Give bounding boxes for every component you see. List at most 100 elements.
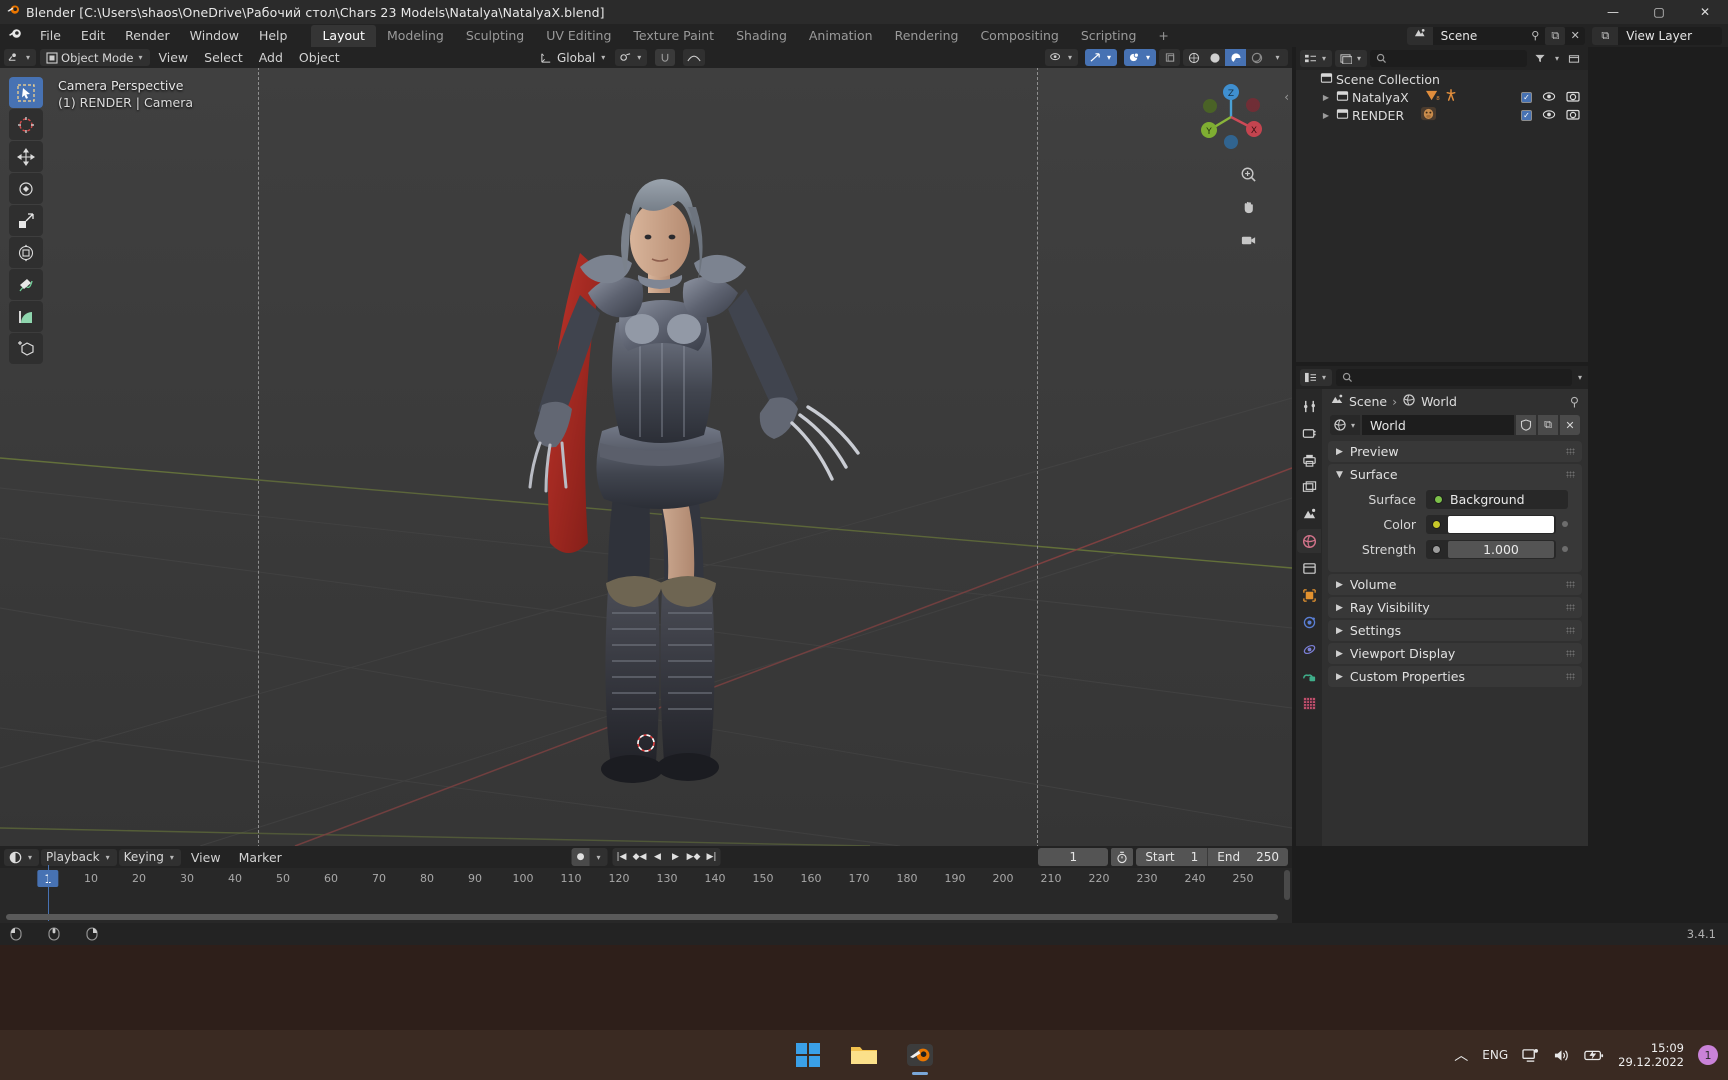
object-mode-selector[interactable]: Object Mode ▾ — [40, 49, 151, 66]
panel-header-settings[interactable]: ▶ Settings — [1328, 620, 1582, 641]
viewport-sidebar-toggle[interactable]: ‹ — [1284, 90, 1289, 104]
world-icon[interactable]: ▾ — [1330, 415, 1360, 435]
physics-icon[interactable] — [1297, 637, 1321, 661]
start-frame-field[interactable]: Start 1 — [1136, 848, 1208, 866]
menu-window[interactable]: Window — [180, 24, 249, 47]
panel-ray-visibility[interactable]: ▶ Ray Visibility — [1328, 597, 1582, 618]
properties-editor-type-icon[interactable]: ▾ — [1300, 369, 1333, 386]
play-reverse-icon[interactable]: ◀ — [649, 848, 667, 866]
panel-header-preview[interactable]: ▶ Preview — [1328, 441, 1582, 462]
rotate-tool[interactable] — [9, 173, 43, 204]
new-scene-icon[interactable]: ⧉ — [1545, 26, 1566, 45]
hand-icon[interactable] — [1237, 196, 1259, 218]
material-icon[interactable] — [1297, 691, 1321, 715]
workspace-tab-sculpting[interactable]: Sculpting — [455, 25, 535, 47]
pin-icon[interactable]: ⚲ — [1570, 394, 1579, 409]
maximize-button[interactable]: ▢ — [1636, 0, 1682, 24]
view-layer-icon[interactable] — [1297, 475, 1321, 499]
network-icon[interactable] — [1522, 1048, 1539, 1063]
transform-orientation-selector[interactable]: Global ▾ — [540, 51, 607, 65]
scale-tool[interactable] — [9, 205, 43, 236]
play-icon[interactable]: ▶ — [667, 848, 685, 866]
proportional-edit-toggle[interactable] — [683, 49, 706, 66]
workspace-tab-shading[interactable]: Shading — [725, 25, 798, 47]
current-frame-field[interactable]: 1 — [1038, 848, 1109, 866]
panel-preview[interactable]: ▶ Preview — [1328, 441, 1582, 462]
world-name-field[interactable]: World — [1362, 415, 1514, 435]
panel-viewport-display[interactable]: ▶ Viewport Display — [1328, 643, 1582, 664]
outliner-search-input[interactable] — [1370, 50, 1527, 67]
pin-scene-icon[interactable]: ⚲ — [1525, 27, 1545, 45]
scene-icon[interactable] — [1297, 502, 1321, 526]
collection-icon[interactable] — [1297, 556, 1321, 580]
menu-edit[interactable]: Edit — [71, 24, 115, 47]
modifier-icon[interactable] — [1297, 610, 1321, 634]
3d-viewport[interactable]: Camera Perspective (1) RENDER | Camera Z… — [0, 68, 1292, 846]
timeline-ruler[interactable]: 1 10 20 30 40 50 60 70 80 90 100 110 120… — [0, 868, 1292, 892]
outliner-display-mode[interactable]: ▾ — [1335, 50, 1368, 67]
panel-header-volume[interactable]: ▶ Volume — [1328, 574, 1582, 595]
panel-header-ray-visibility[interactable]: ▶ Ray Visibility — [1328, 597, 1582, 618]
overlays-toggle[interactable]: ▾ — [1123, 49, 1156, 66]
workspace-tab-modeling[interactable]: Modeling — [376, 25, 455, 47]
shading-rendered-button[interactable] — [1246, 49, 1267, 66]
properties-search-input[interactable] — [1336, 369, 1572, 386]
checkbox-enable[interactable]: ✓ — [1521, 91, 1532, 103]
snap-target-selector[interactable]: ▾ — [615, 49, 648, 66]
panel-header-viewport-display[interactable]: ▶ Viewport Display — [1328, 643, 1582, 664]
surface-color-field[interactable] — [1426, 514, 1556, 534]
workspace-tab-uv-editing[interactable]: UV Editing — [535, 25, 622, 47]
timeline-menu-view[interactable]: View — [183, 850, 229, 865]
file-explorer-icon[interactable] — [843, 1034, 885, 1076]
shading-wireframe-button[interactable] — [1183, 49, 1204, 66]
workspace-tab-compositing[interactable]: Compositing — [969, 25, 1069, 47]
unlink-world-icon[interactable]: ✕ — [1560, 415, 1580, 435]
world-icon[interactable] — [1297, 529, 1321, 553]
outliner-row-render[interactable]: ▶ RENDER ✓ — [1296, 106, 1588, 124]
camera-view-icon[interactable] — [1237, 229, 1259, 251]
battery-icon[interactable] — [1584, 1048, 1604, 1062]
timeline-editor-type-icon[interactable]: ▾ — [4, 848, 40, 866]
jump-start-icon[interactable]: |◀ — [613, 848, 631, 866]
outliner-editor-type-icon[interactable]: ▾ — [1300, 50, 1333, 67]
annotate-tool[interactable] — [9, 269, 43, 300]
visibility-selector[interactable]: ▾ — [1044, 49, 1078, 66]
timeline-horizontal-scrollbar[interactable] — [6, 914, 1278, 920]
transform-tool[interactable] — [9, 237, 43, 268]
workspace-tab-layout[interactable]: Layout — [311, 24, 376, 47]
checkbox-enable[interactable]: ✓ — [1521, 109, 1532, 121]
panel-volume[interactable]: ▶ Volume — [1328, 574, 1582, 595]
scene-selector[interactable]: Scene ⚲ ⧉ ✕ — [1406, 26, 1586, 45]
auto-keying-toggle[interactable]: ● — [571, 848, 590, 866]
menu-help[interactable]: Help — [249, 24, 298, 47]
fake-user-icon[interactable] — [1516, 415, 1536, 435]
measure-tool[interactable] — [9, 301, 43, 332]
viewport-menu-select[interactable]: Select — [196, 50, 251, 65]
workspace-tab-rendering[interactable]: Rendering — [884, 25, 970, 47]
animate-property-icon[interactable] — [1562, 546, 1568, 552]
outliner-scene-collection-row[interactable]: Scene Collection — [1296, 70, 1588, 88]
constraints-icon[interactable] — [1297, 664, 1321, 688]
chevron-up-icon[interactable]: ︿ — [1454, 1045, 1468, 1065]
gizmo-toggle[interactable]: ▾ — [1084, 49, 1117, 66]
timeline-track-area[interactable] — [0, 892, 1292, 923]
output-icon[interactable] — [1297, 448, 1321, 472]
object-icon[interactable] — [1297, 583, 1321, 607]
color-swatch[interactable] — [1448, 515, 1554, 533]
panel-header-surface[interactable]: ▼ Surface — [1328, 464, 1582, 485]
jump-end-icon[interactable]: ▶| — [703, 848, 721, 866]
eye-icon[interactable] — [1542, 108, 1556, 123]
shading-options-chevron[interactable]: ▾ — [1267, 49, 1288, 66]
zoom-icon[interactable] — [1237, 163, 1259, 185]
render-icon[interactable] — [1297, 421, 1321, 445]
volume-icon[interactable] — [1553, 1048, 1570, 1063]
playback-menu[interactable]: Playback ▾ — [41, 848, 117, 866]
outliner-row-natalyax[interactable]: ▶ NatalyaX 8 ✓ — [1296, 88, 1588, 106]
xray-toggle[interactable] — [1159, 49, 1180, 66]
disclosure-triangle-icon[interactable]: ▶ — [1320, 93, 1332, 102]
viewport-menu-object[interactable]: Object — [291, 50, 348, 65]
timeline-menu-marker[interactable]: Marker — [231, 850, 290, 865]
strength-value-slider[interactable]: 1.000 — [1448, 540, 1554, 558]
disclosure-triangle-icon[interactable]: ▶ — [1320, 111, 1332, 120]
workspace-tab-texture-paint[interactable]: Texture Paint — [622, 25, 725, 47]
